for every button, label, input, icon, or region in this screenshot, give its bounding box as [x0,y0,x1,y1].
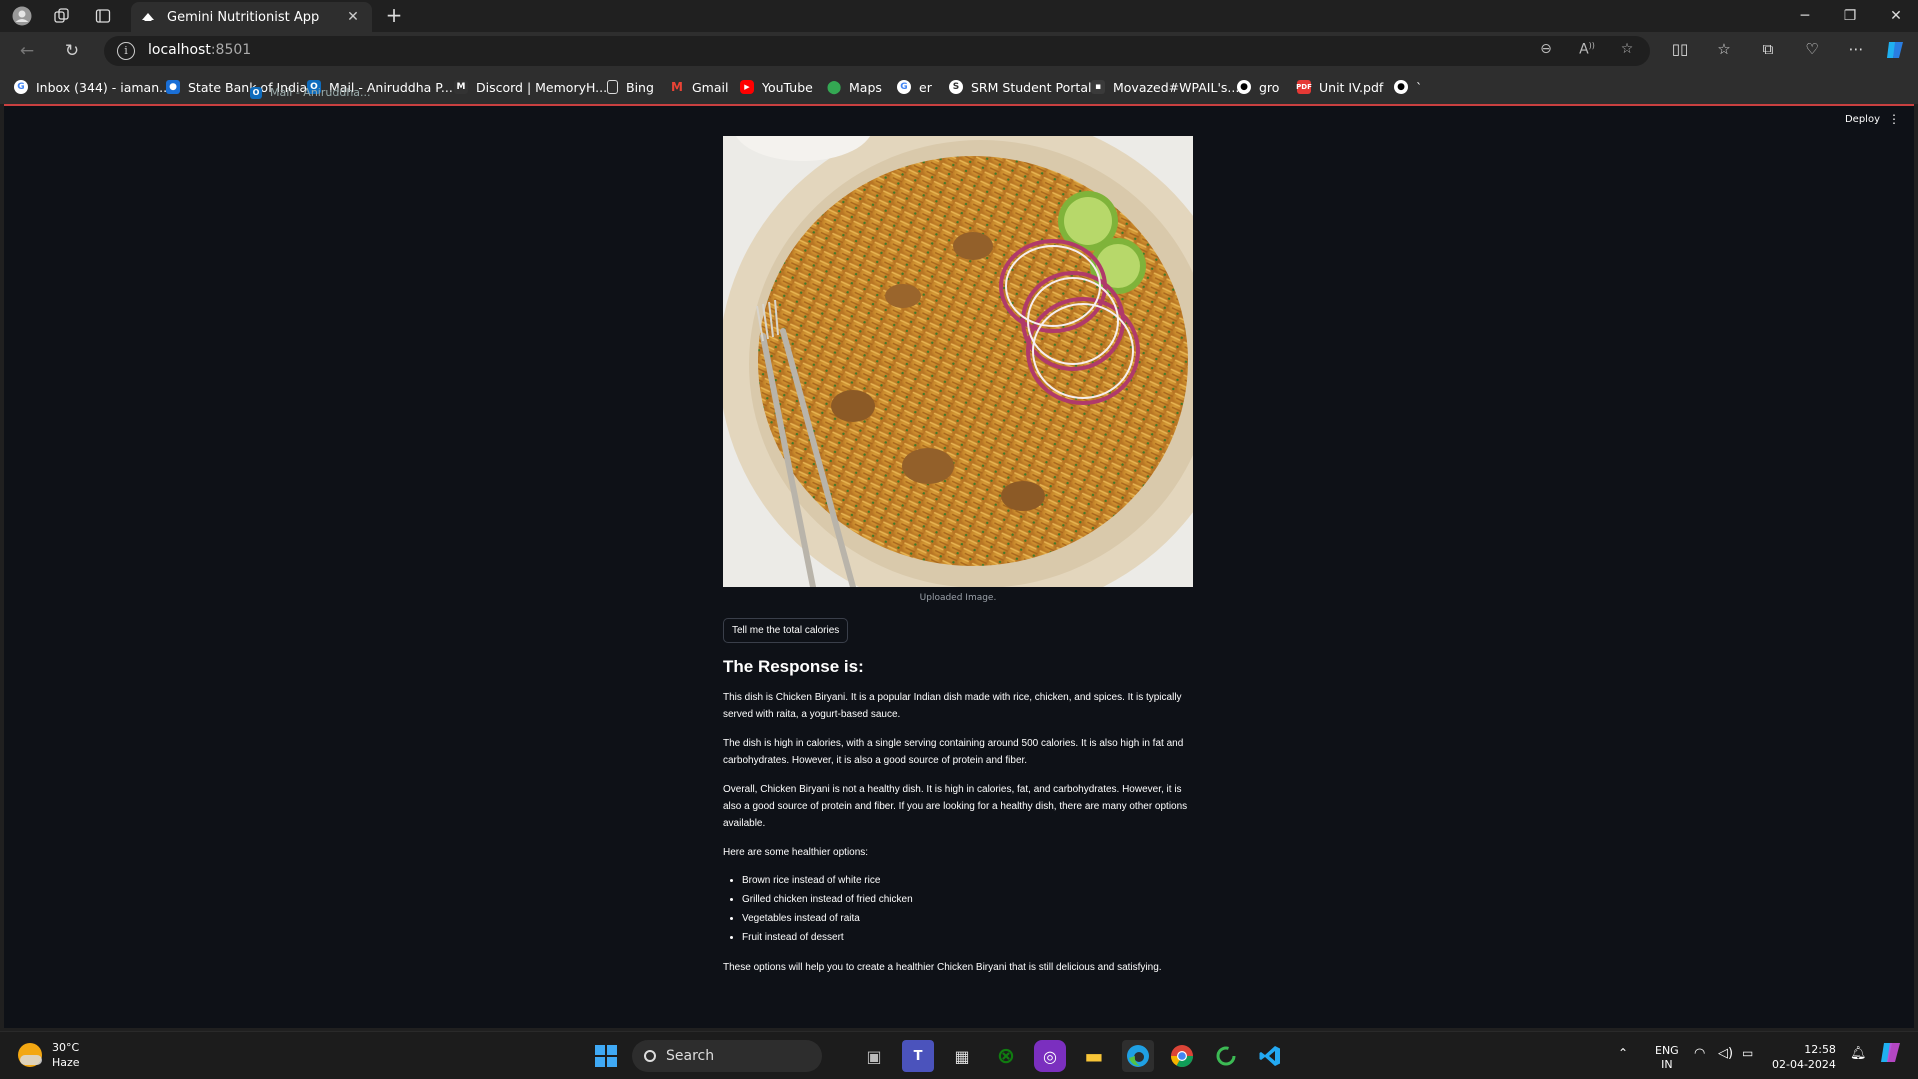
pdf-icon: PDF [1296,80,1312,94]
weather-widget[interactable]: 30°C Haze [18,1040,80,1070]
maps-icon: ⬤ [826,79,842,95]
bookmark-item[interactable]: ⬤ Maps [827,77,882,97]
minimize-button[interactable]: ─ [1783,4,1827,28]
address-bar[interactable]: i localhost:8501 ⊖ A)) ☆ [104,36,1650,66]
copilot-taskbar-icon[interactable] [1878,1040,1904,1069]
github-icon: ● [1237,80,1251,94]
image-caption: Uploaded Image. [919,593,997,603]
camo-icon[interactable]: ◎ [1034,1040,1066,1072]
list-item: Vegetables instead of raita [742,909,1193,928]
zoom-out-icon[interactable]: ⊖ [1535,41,1557,61]
bookmark-item[interactable]: Bing [607,77,654,97]
notifications-icon[interactable]: 🔔︎ [1850,1046,1867,1061]
volume-icon[interactable]: ◁) [1718,1046,1733,1061]
tab-active[interactable]: Gemini Nutritionist App ✕ [131,2,372,32]
search-icon [644,1050,656,1062]
bookmark-item[interactable]: PDF Unit IV.pdf [1296,77,1383,97]
srm-icon: S [949,80,963,94]
bookmark-item[interactable]: ▶ YouTube [740,77,813,97]
bookmark-item[interactable]: M Gmail [670,77,728,97]
total-calories-button[interactable]: Tell me the total calories [723,618,849,643]
vscode-icon[interactable] [1254,1040,1286,1072]
response-paragraph: The dish is high in calories, with a sin… [723,738,1184,766]
favorites-icon[interactable]: ☆ [1712,40,1736,62]
store-icon[interactable]: ▦ [946,1040,978,1072]
movie-icon: ▪ [1091,80,1105,94]
copilot-icon[interactable] [1884,40,1908,62]
response-paragraph: This dish is Chicken Biryani. It is a po… [723,692,1182,720]
language-indicator[interactable]: ENG IN [1655,1044,1679,1072]
tab-actions-icon[interactable] [93,6,113,26]
restore-button[interactable]: ❐ [1828,4,1872,28]
haze-weather-icon [18,1043,42,1067]
list-item: Fruit instead of dessert [742,928,1193,947]
chrome-icon[interactable] [1166,1040,1198,1072]
close-window-button[interactable]: ✕ [1874,4,1918,28]
favorite-star-icon[interactable]: ☆ [1616,41,1638,61]
deploy-button[interactable]: Deploy [1845,114,1880,125]
main-content: Uploaded Image. Tell me the total calori… [723,136,1193,976]
profile-icon[interactable] [12,6,32,26]
file-icon [607,80,618,94]
title-bar: Gemini Nutritionist App ✕ + ─ ❐ ✕ [0,0,1918,32]
google-icon: G [14,80,28,94]
workspaces-icon[interactable] [52,6,72,26]
navigation-bar: ← ↻ i localhost:8501 ⊖ A)) ☆ ▯▯ ☆ ⧉ ♡ ⋯ [0,32,1918,70]
bookmark-item[interactable]: M Discord | MemoryH... [454,77,607,97]
refresh-app-icon[interactable] [1210,1040,1242,1072]
weather-desc: Haze [52,1056,80,1069]
main-menu-icon[interactable]: ⋮ [1888,112,1900,126]
list-item: Grilled chicken instead of fried chicken [742,890,1193,909]
close-tab-icon[interactable]: ✕ [344,9,362,25]
youtube-icon: ▶ [740,80,754,94]
response-heading: The Response is: [723,657,864,676]
bookmark-item[interactable]: S SRM Student Portal [949,77,1091,97]
outlook-icon: O [250,86,262,99]
browser-essentials-icon[interactable]: ♡ [1800,40,1824,62]
clock[interactable]: 12:58 02-04-2024 [1772,1042,1836,1072]
response-paragraph: Here are some healthier options: [723,847,869,858]
bookmark-item[interactable]: ● gro [1237,77,1279,97]
bookmark-item[interactable]: Ger [897,77,932,97]
app-viewport: Deploy ⋮ Uploaded Image. Tell me the tot… [4,104,1914,1028]
uploaded-food-image [723,136,1193,587]
url-text[interactable]: localhost:8501 [148,42,251,58]
battery-icon[interactable]: ▭ [1742,1046,1753,1060]
new-tab-button[interactable]: + [383,5,405,27]
more-menu-icon[interactable]: ⋯ [1844,40,1868,62]
github-icon: ● [1394,80,1408,94]
bookmark-item[interactable]: ● ` [1394,77,1422,97]
response-paragraph: Overall, Chicken Biryani is not a health… [723,784,1188,829]
refresh-button[interactable]: ↻ [61,40,83,62]
tab-title: Gemini Nutritionist App [167,9,320,25]
drag-ghost: O Mail - Aniruddha... [250,86,371,99]
streamlit-icon [141,10,155,24]
weather-temp: 30°C [52,1041,80,1054]
read-aloud-icon[interactable]: A)) [1576,41,1598,61]
response-closing: These options will help you to create a … [723,962,1162,973]
collections-icon[interactable]: ⧉ [1756,40,1780,62]
split-screen-icon[interactable]: ▯▯ [1668,40,1692,62]
start-icon[interactable] [590,1040,622,1072]
list-item: Brown rice instead of white rice [742,871,1193,890]
bookmark-item[interactable]: ▪ Movazed#WPAIL's... [1091,77,1239,97]
bookmark-item[interactable]: G Inbox (344) - iaman... [14,77,171,97]
teams-icon[interactable]: T [902,1040,934,1072]
edge-icon[interactable] [1122,1040,1154,1072]
gmail-icon: M [671,80,683,94]
show-hidden-icons[interactable]: ⌃ [1618,1046,1628,1060]
sbi-icon: ● [166,80,180,94]
discord-icon: M [454,80,468,94]
file-explorer-icon[interactable]: ▬ [1078,1040,1110,1072]
taskbar-search[interactable]: Search [632,1040,822,1072]
xbox-icon[interactable]: ⊗ [990,1040,1022,1072]
taskbar: 30°C Haze Search ▣ T ▦ ⊗ ◎ ▬ ⌃ ENG IN ◠ … [0,1031,1918,1079]
wifi-icon[interactable]: ◠ [1694,1046,1705,1061]
task-view-icon[interactable]: ▣ [858,1040,890,1072]
back-button[interactable]: ← [16,40,38,62]
site-info-icon[interactable]: i [117,42,135,60]
healthier-options-list: Brown rice instead of white rice Grilled… [723,871,1193,947]
google-icon: G [897,80,911,94]
